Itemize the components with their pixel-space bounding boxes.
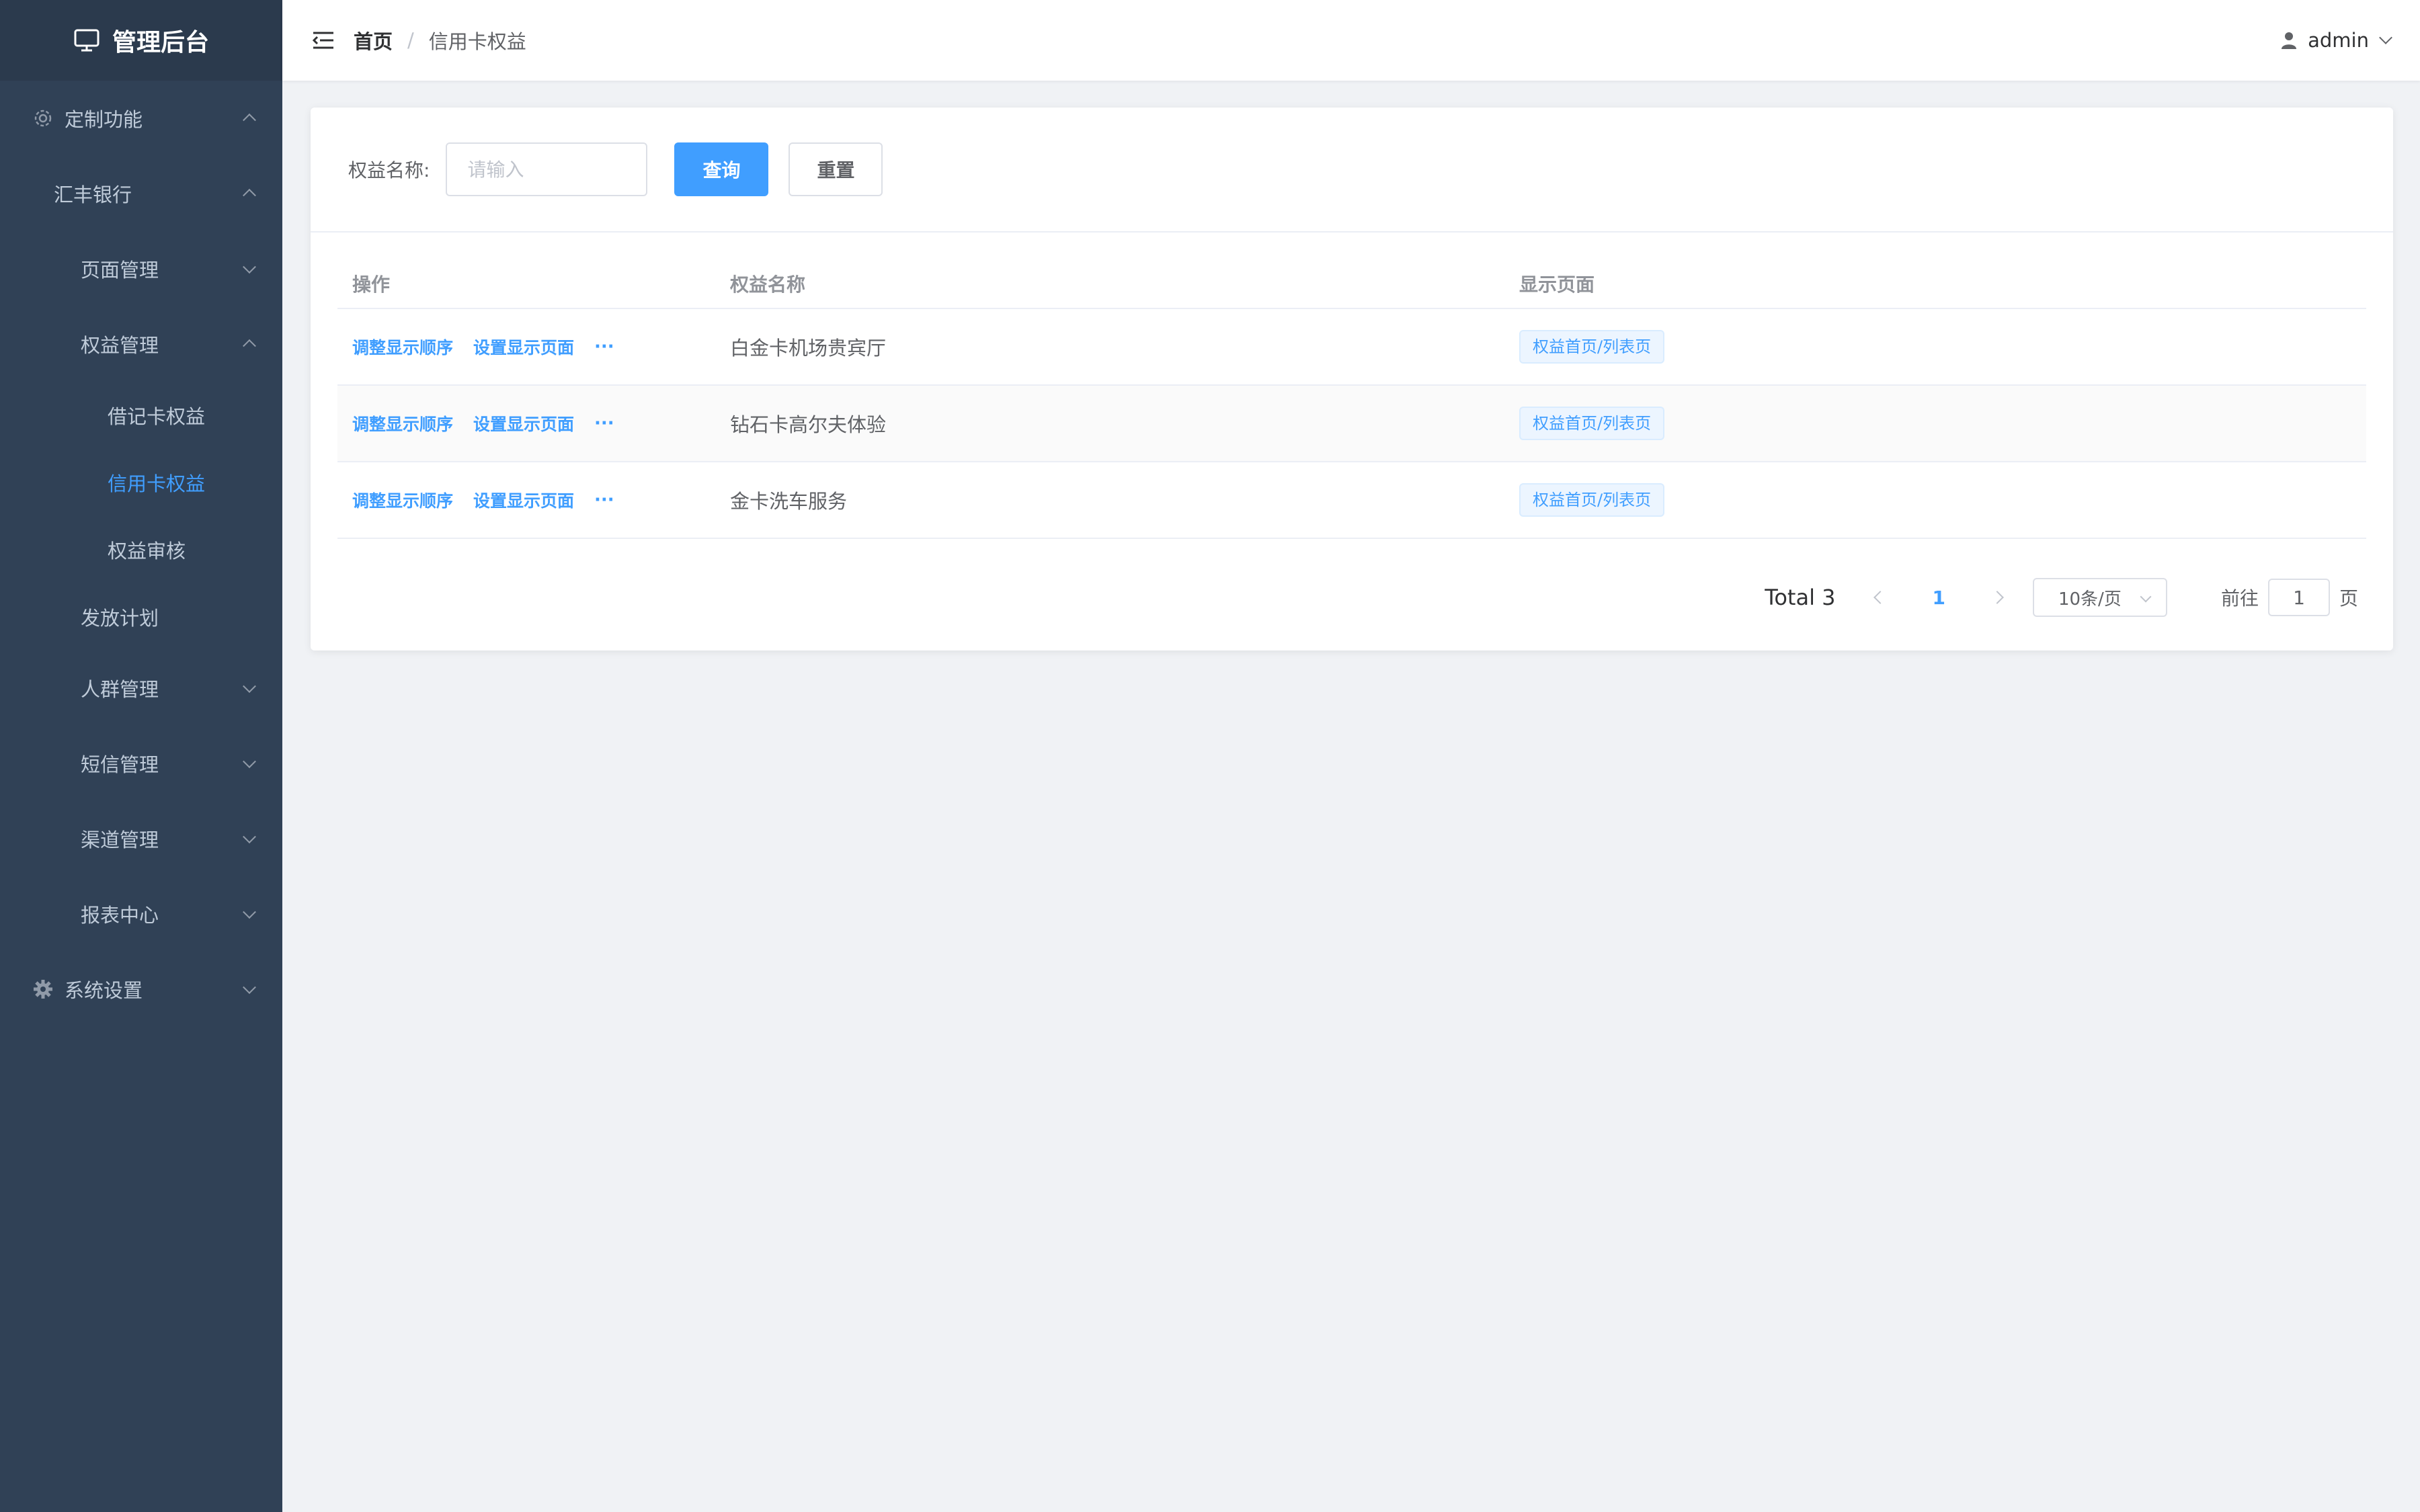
- breadcrumb-home[interactable]: 首页: [354, 26, 393, 54]
- gear-outline-icon: [32, 108, 54, 129]
- pagination-page-1[interactable]: 1: [1932, 587, 1945, 609]
- chevron-down-icon: [243, 905, 256, 919]
- pagination: Total 3 1 10条/页 前往 页: [1765, 578, 2358, 617]
- user-icon: [2280, 31, 2298, 50]
- chevron-up-icon: [243, 188, 256, 202]
- row-operations: 调整显示顺序 设置显示页面 ···: [337, 488, 715, 512]
- benefit-name-cell: 金卡洗车服务: [730, 490, 848, 513]
- adjust-order-link[interactable]: 调整显示顺序: [352, 335, 453, 359]
- column-header-operations: 操作: [352, 274, 391, 296]
- more-icon[interactable]: ···: [594, 337, 614, 357]
- table-row: 调整显示顺序 设置显示页面 ··· 钻石卡高尔夫体验 权益首页/列表页: [337, 386, 2366, 462]
- table-row: 调整显示顺序 设置显示页面 ··· 金卡洗车服务 权益首页/列表页: [337, 462, 2366, 539]
- user-menu[interactable]: admin: [2280, 0, 2392, 81]
- sidebar-item-label: 发放计划: [81, 607, 159, 630]
- sidebar-item-label: 信用卡权益: [108, 472, 206, 495]
- sidebar-item-label: 系统设置: [65, 979, 143, 1002]
- page-size-value: 10条/页: [2058, 589, 2122, 610]
- sidebar-item-debit-card-benefits[interactable]: 借记卡权益: [0, 382, 282, 449]
- top-header: 首页 / 信用卡权益 admin: [282, 0, 2420, 81]
- row-operations: 调整显示顺序 设置显示页面 ···: [337, 411, 715, 435]
- gear-icon: [32, 978, 54, 1000]
- chevron-up-icon: [243, 339, 256, 353]
- chevron-down-icon: [243, 260, 256, 274]
- breadcrumb: 首页 / 信用卡权益: [354, 26, 526, 54]
- column-header-benefit-name: 权益名称: [730, 274, 806, 296]
- filter-bar: 权益名称: 查询 重置: [311, 108, 2393, 233]
- goto-label: 前往: [2220, 587, 2259, 610]
- sidebar-item-channel-management[interactable]: 渠道管理: [0, 801, 282, 876]
- adjust-order-link[interactable]: 调整显示顺序: [352, 411, 453, 435]
- chevron-left-icon[interactable]: [1873, 591, 1888, 604]
- chevron-down-icon: [243, 830, 256, 844]
- display-page-tag: 权益首页/列表页: [1519, 483, 1665, 517]
- sidebar-item-benefit-review[interactable]: 权益审核: [0, 516, 282, 583]
- sidebar-item-custom-functions[interactable]: 定制功能: [0, 81, 282, 156]
- more-icon[interactable]: ···: [594, 413, 614, 433]
- sidebar-item-page-management[interactable]: 页面管理: [0, 231, 282, 306]
- adjust-order-link[interactable]: 调整显示顺序: [352, 488, 453, 512]
- sidebar-item-benefit-management[interactable]: 权益管理: [0, 306, 282, 382]
- app-title: 管理后台: [112, 29, 209, 56]
- benefit-name-cell: 钻石卡高尔夫体验: [730, 413, 887, 436]
- display-page-cell: 权益首页/列表页: [1504, 407, 2366, 440]
- table-header: 操作 权益名称 显示页面: [337, 259, 2366, 309]
- chevron-down-icon: [243, 755, 256, 769]
- sidebar-item-label: 报表中心: [81, 904, 159, 927]
- set-display-page-link[interactable]: 设置显示页面: [473, 411, 574, 435]
- chevron-up-icon: [243, 113, 256, 127]
- display-page-cell: 权益首页/列表页: [1504, 483, 2366, 517]
- page-size-select[interactable]: 10条/页: [2032, 578, 2167, 617]
- set-display-page-link[interactable]: 设置显示页面: [473, 488, 574, 512]
- sidebar-item-label: 汇丰银行: [54, 183, 132, 206]
- benefits-table: 操作 权益名称 显示页面 调整显示顺序 设置显示页面 ··· 白金卡机场贵宾厅 …: [337, 259, 2366, 539]
- table-row: 调整显示顺序 设置显示页面 ··· 白金卡机场贵宾厅 权益首页/列表页: [337, 309, 2366, 386]
- sidebar-item-label: 人群管理: [81, 678, 159, 701]
- benefit-name-label: 权益名称:: [348, 159, 430, 181]
- username: admin: [2308, 29, 2369, 52]
- sidebar-item-system-settings[interactable]: 系统设置: [0, 952, 282, 1027]
- sidebar-item-label: 权益审核: [108, 540, 186, 562]
- sidebar-item-label: 权益管理: [81, 334, 159, 357]
- row-operations: 调整显示顺序 设置显示页面 ···: [337, 335, 715, 359]
- sidebar-item-credit-card-benefits[interactable]: 信用卡权益: [0, 449, 282, 516]
- sidebar-item-label: 渠道管理: [81, 829, 159, 851]
- column-header-display-page: 显示页面: [1519, 274, 1595, 296]
- display-page-tag: 权益首页/列表页: [1519, 407, 1665, 440]
- benefit-name-cell: 白金卡机场贵宾厅: [730, 337, 887, 360]
- chevron-down-icon: [243, 980, 256, 995]
- chevron-right-icon[interactable]: [1990, 591, 2004, 604]
- monitor-icon: [74, 29, 99, 52]
- breadcrumb-separator: /: [407, 29, 414, 52]
- sidebar-item-label: 借记卡权益: [108, 405, 206, 428]
- benefit-name-input[interactable]: [446, 142, 648, 196]
- chevron-down-icon: [2379, 31, 2392, 44]
- sidebar-item-label: 短信管理: [81, 753, 159, 776]
- chevron-down-icon: [2140, 591, 2152, 603]
- pagination-total: Total 3: [1765, 585, 1836, 610]
- more-icon[interactable]: ···: [594, 490, 614, 510]
- sidebar-item-distribution-plan[interactable]: 发放计划: [0, 583, 282, 650]
- sidebar-item-hsbc[interactable]: 汇丰银行: [0, 156, 282, 231]
- goto-page-input[interactable]: [2267, 579, 2330, 616]
- chevron-down-icon: [243, 679, 256, 694]
- sidebar-item-label: 定制功能: [65, 108, 143, 131]
- page-suffix: 页: [2339, 587, 2358, 610]
- sidebar: 管理后台 定制功能 汇丰银行 页面管理 权益管理 借记卡权益 信用卡权益 权益审…: [0, 0, 282, 1512]
- content-card: 权益名称: 查询 重置 操作 权益名称 显示页面 调整显示顺序 设置显示页面 ·…: [311, 108, 2393, 650]
- sidebar-item-label: 页面管理: [81, 259, 159, 282]
- set-display-page-link[interactable]: 设置显示页面: [473, 335, 574, 359]
- hamburger-menu-icon[interactable]: [312, 29, 335, 52]
- sidebar-item-audience-management[interactable]: 人群管理: [0, 650, 282, 726]
- app-logo: 管理后台: [0, 0, 282, 81]
- query-button[interactable]: 查询: [674, 142, 769, 196]
- reset-button[interactable]: 重置: [789, 142, 883, 196]
- sidebar-item-report-center[interactable]: 报表中心: [0, 876, 282, 952]
- display-page-cell: 权益首页/列表页: [1504, 330, 2366, 364]
- breadcrumb-current: 信用卡权益: [428, 30, 526, 53]
- display-page-tag: 权益首页/列表页: [1519, 330, 1665, 364]
- sidebar-item-sms-management[interactable]: 短信管理: [0, 726, 282, 801]
